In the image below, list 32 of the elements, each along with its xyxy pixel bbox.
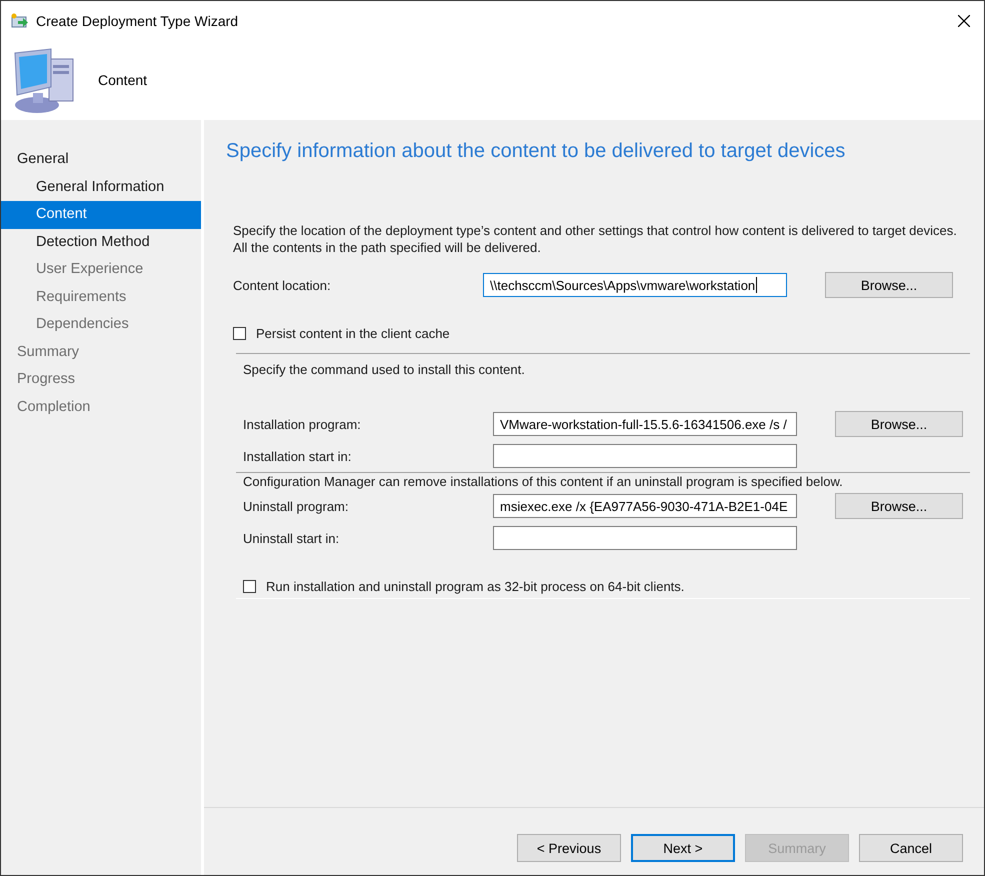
text-field[interactable]: VMware-workstation-full-15.5.6-16341506.exe /s / — [493, 412, 797, 436]
field-label: Uninstall start in: — [243, 530, 340, 546]
checkbox[interactable] — [243, 580, 256, 592]
text-field[interactable]: \\techsccm\Sources\Apps\vmware\workstation — [483, 273, 787, 297]
text-field[interactable] — [493, 444, 797, 468]
field-label: Content location: — [233, 278, 332, 292]
browse-button[interactable]: Browse... — [835, 411, 963, 437]
field-label: Installation start in: — [243, 448, 352, 464]
nav-item[interactable]: Detection Method — [1, 228, 201, 256]
checkbox-label: Persist content in the client cache — [256, 326, 450, 340]
nav-item[interactable]: Content — [1, 201, 201, 228]
wizard-icon — [11, 12, 29, 28]
text-field[interactable] — [493, 526, 797, 550]
browse-button[interactable]: Browse... — [835, 493, 963, 519]
browse-button[interactable]: Browse... — [825, 272, 953, 298]
wizard-button[interactable]: Next > — [631, 834, 735, 862]
instruction-text: Configuration Manager can remove installations of this content if an uninstall program is specified below. — [243, 473, 844, 490]
checkbox-label: Run installation and uninstall program as 32-bit process on 64-bit clients. — [266, 578, 684, 594]
nav-item[interactable]: General — [1, 146, 201, 174]
instruction-text: Specify the location of the deployment type’s content and other settings that control how content is delivered to target devices. All the contents in the path specified will be delivered. — [233, 222, 958, 256]
field-label: Installation program: — [243, 416, 362, 432]
checkbox[interactable] — [233, 326, 246, 340]
wizard-button[interactable]: Cancel — [859, 834, 963, 862]
text-field[interactable]: msiexec.exe /x {EA977A56-9030-471A-B2E1-04E — [493, 494, 797, 518]
page-title: Content — [98, 72, 148, 88]
wizard-button[interactable]: < Previous — [517, 834, 621, 862]
page-heading: Specify information about the content to be delivered to target devices — [226, 140, 846, 163]
window-title: Create Deployment Type Wizard — [36, 12, 240, 28]
instruction-text: Specify the command used to install this content. — [243, 361, 526, 378]
field-label: Uninstall program: — [243, 498, 350, 514]
nav-item[interactable]: General Information — [1, 174, 201, 201]
close-icon[interactable] — [958, 14, 970, 26]
